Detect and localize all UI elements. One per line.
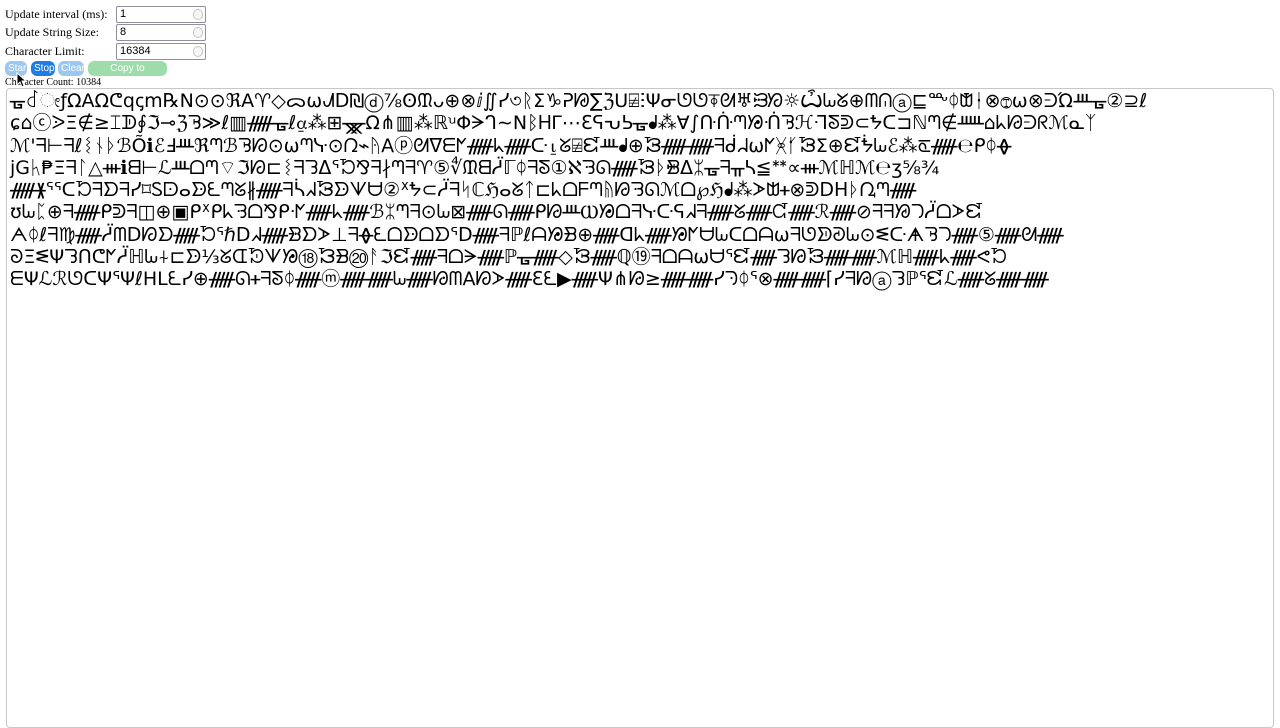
output-line: ʊᘈᛈ⊕ᖷᚏᑭᕲᖷ◫⊕▣ᑭᕁᑭᖾᘌᗝ⅋ᑭᐧᖼᚏᖾᚏℬᛯᘉᖷ⊙ᘈ⊠ᚏᘏᚏᑭᘙᚈⲰᘠ…	[10, 201, 983, 224]
limit-input[interactable]: 16384	[116, 43, 206, 60]
interval-spinner[interactable]	[193, 9, 203, 20]
output-line: ᘐΞᓬΨᘊᑎᕦᖼᓳℍᘈ⍭⊏ᗦ⅓ᘜᗭᘷᗐᘠ⑱ᘼᗽ⑳ᚨℑᘿᚏᖷᗝᗒᚏℙᚗᚏ◇ᘽᚏℚ⑲…	[10, 246, 1007, 269]
limit-spinner[interactable]	[193, 46, 203, 57]
copy-to-clipboard-button[interactable]: Copy to clipboard	[88, 61, 167, 89]
limit-label: Character Limit:	[5, 44, 85, 58]
output-line: ɕ⌂ⓒᐷΞ∉≥⌶ᗫ∮ℑ⊸ℨᘋ≫ℓ▥ᚏᚗℓ⍶⁂⊞ᚘΩ⋔▥⁂ℝꭟΦᗒᒉ∼ΝᛒᎻΓ⋯ℇ…	[10, 112, 1097, 135]
size-row: Update String Size:	[5, 23, 117, 41]
interval-row: Update interval (ms):	[5, 5, 117, 23]
stop-button[interactable]: Stop	[31, 61, 55, 76]
interval-label: Update interval (ms):	[5, 7, 108, 21]
size-input[interactable]: 8	[116, 24, 206, 41]
output-line: ᚏᚕᕐᕐᑕᘶᖷᗤᖷᓯ⌑Ꮪᗠⴰᗦᘍᘉᘜ∦ᚏᖷᓵᖽᘽᗦᗐᗨ②ᕽᖬ⊂ᓳᖷᛋℂℌⴰᘜᛏ⊏…	[10, 179, 917, 202]
limit-row: Character Limit:	[5, 42, 117, 60]
output-area[interactable]: ᚗ꒬ೕƒΩAΩᕦqꞔm℞N⊙⊙ℜA♈◇ᯅ⍵ᗂᗞ₪ⓓ⅞ʘᙢᴗ⊕⊗ⅈ∬ᓯ৩ᚱΣ♑ᕈᘘ…	[6, 88, 1274, 728]
size-spinner[interactable]	[193, 27, 203, 38]
output-line: ᗅᛰℓᖷ♍ᚏᓳᗰᗞᘗᗤᚏᘶᕐℏᗞᖽᚏᗿᗤᗆ⊥ᖷᚖᘍᗝᗦᗝᗤᕐᗞᚏᖷℙℓᗩᘠᗽ⊕ᚏ…	[10, 223, 1064, 246]
output-line: jGᛱ₱Ξᖷᛚ△ᚒℹᗺ⊢ℒᚈᗝᘉ⌔ℑᘗ⊏ᛵᖷᘊᐃᕐᘶ⅋ᖷ∤ᘉᖷ♈⑤∜ᙢᗺᓳℾᛰᖷ…	[10, 156, 940, 179]
output-line: ℳ'ᖷ⊢ᖷℓᛵᚾᚦℬÕℹℰℲᚈℜᘉℬᘋᘗ⊙⍵ᘉᓷ⊙ᘣ⌁ᚤΑⓟᘛᐁᗴᖼᚏᖾᚏᑢ⍸ᘜ…	[10, 134, 1012, 157]
output-line: ᗴΨℒℛᘎᑕΨᕐΨℓΗLᘍᓯ⊕ᚏᘏᚐᖷᘕᛰᚏⓜᚏᚏᘈᚏᘙᗰΑᘗᗆᚏℇᘍ▶ᚏΨ⋔ᘙ…	[10, 268, 1049, 291]
limit-value: 16384	[120, 45, 151, 57]
output-line: ᚗ꒬ೕƒΩAΩᕦqꞔm℞N⊙⊙ℜA♈◇ᯅ⍵ᗂᗞ₪ⓓ⅞ʘᙢᴗ⊕⊗ⅈ∬ᓯ৩ᚱΣ♑ᕈᘘ…	[10, 90, 1148, 112]
mouse-pointer-icon	[16, 72, 26, 88]
size-label: Update String Size:	[5, 25, 99, 39]
interval-value: 1	[120, 8, 127, 20]
clear-button[interactable]: Clear	[58, 61, 85, 76]
interval-input[interactable]: 1	[116, 6, 206, 23]
size-value: 8	[120, 26, 127, 38]
